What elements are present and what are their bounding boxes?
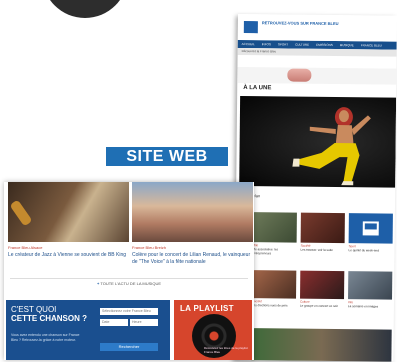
website-screenshot-homepage: RETROUVEZ-VOUS SUR FRANCE BLEU ACCUEIL I… [234,14,397,362]
more-music-link[interactable]: + TOUTE L'ACTU DE LA MUSIQUE [4,281,254,286]
decorative-shape [42,0,128,18]
website-screenshot-music: France Bleu Alsace Le créateur de Jazz à… [4,182,254,360]
plus-icon: + [96,281,100,286]
news-image-row[interactable] [251,328,392,362]
news-image [252,212,297,243]
news-item[interactable]: Société Les élections vues de près [251,270,297,308]
news-text: La semaine en images [347,304,379,309]
france-bleu-logo [243,21,258,34]
card-image [8,182,129,242]
search-button[interactable]: Rechercher [100,343,158,351]
news-image [348,213,393,244]
card-title[interactable]: Colère pour le concert de Lilian Renaud,… [132,252,253,265]
song-finder-title-line2: CETTE CHANSON ? [11,314,87,323]
more-link-label: TOUTE L'ACTU DE LA MUSIQUE [100,281,162,286]
nav-item[interactable]: SPORT [278,42,288,46]
card-title[interactable]: Le créateur de Jazz à Vienne se souvient… [8,252,129,259]
playlist-panel[interactable]: LA PLAYLIST Découvrez les titres de la p… [174,300,252,360]
nav-item[interactable]: ACCUEIL [242,42,255,46]
news-text: Vie associative: les entrepreneurs [252,247,279,256]
nav-item[interactable]: EMISSIONS [316,43,333,47]
news-text: Les élections vues de près [251,303,288,308]
news-text: Le quinté du week-end [348,248,379,253]
news-card[interactable]: France Bleu Alsace Le créateur de Jazz à… [8,182,129,259]
nav-item[interactable]: MUSIQUE [340,43,354,47]
playlist-title: LA PLAYLIST [180,304,234,313]
nav-item[interactable]: CULTURE [295,43,309,47]
news-text: Le groupe en concert ce soir [299,303,338,309]
time-input[interactable]: Heure [130,319,158,326]
ad-image [287,68,312,82]
playlist-description: Découvrez les titres de la playlist Fran… [204,346,248,354]
nav-item[interactable]: FRANCE BLEU [361,43,382,47]
ad-banner [237,66,397,85]
song-finder-title: C'EST QUOI CETTE CHANSON ? [11,305,87,323]
news-item[interactable]: Ville Vie associative: les entrepreneurs [252,212,297,256]
card-image [132,182,253,242]
date-input[interactable]: Date [100,319,128,326]
station-select[interactable]: Sélectionnez votre France Bleu [100,308,158,315]
news-item[interactable]: Info La semaine en images [347,271,393,309]
section-title: À LA UNE [243,85,272,92]
song-finder-panel: C'EST QUOI CETTE CHANSON ? Vous avez ent… [6,300,170,360]
nav-item[interactable]: INFOS [262,42,271,46]
news-image [300,270,345,300]
news-card[interactable]: France Bleu Breizh Colère pour le concer… [132,182,253,265]
sub-nav[interactable]: Découvrez la France Bleu [237,47,397,57]
news-image [252,270,297,299]
news-image [348,271,393,300]
card-category: France Bleu Breizh [132,245,167,250]
divider [10,278,248,279]
news-grid: Ville Vie associative: les entrepreneurs… [236,212,395,362]
news-item[interactable]: Sport Le quinté du week-end [349,213,393,252]
site-header: RETROUVEZ-VOUS SUR FRANCE BLEU [237,14,397,42]
news-item[interactable]: Société Les travaux: voir la suite [300,212,345,253]
song-finder-title-line1: C'EST QUOI [11,305,57,314]
news-item[interactable]: Culture Le groupe en concert ce soir [299,270,345,309]
site-web-banner: SITE WEB [106,147,228,166]
news-text: Les travaux: voir la suite [300,247,333,253]
card-category: France Bleu Alsace [8,245,43,250]
song-finder-description: Vous avez entendu une chanson sur France… [11,333,80,342]
logo-text: RETROUVEZ-VOUS SUR FRANCE BLEU [261,20,339,27]
hero-image[interactable] [239,96,397,188]
news-image [300,212,345,244]
